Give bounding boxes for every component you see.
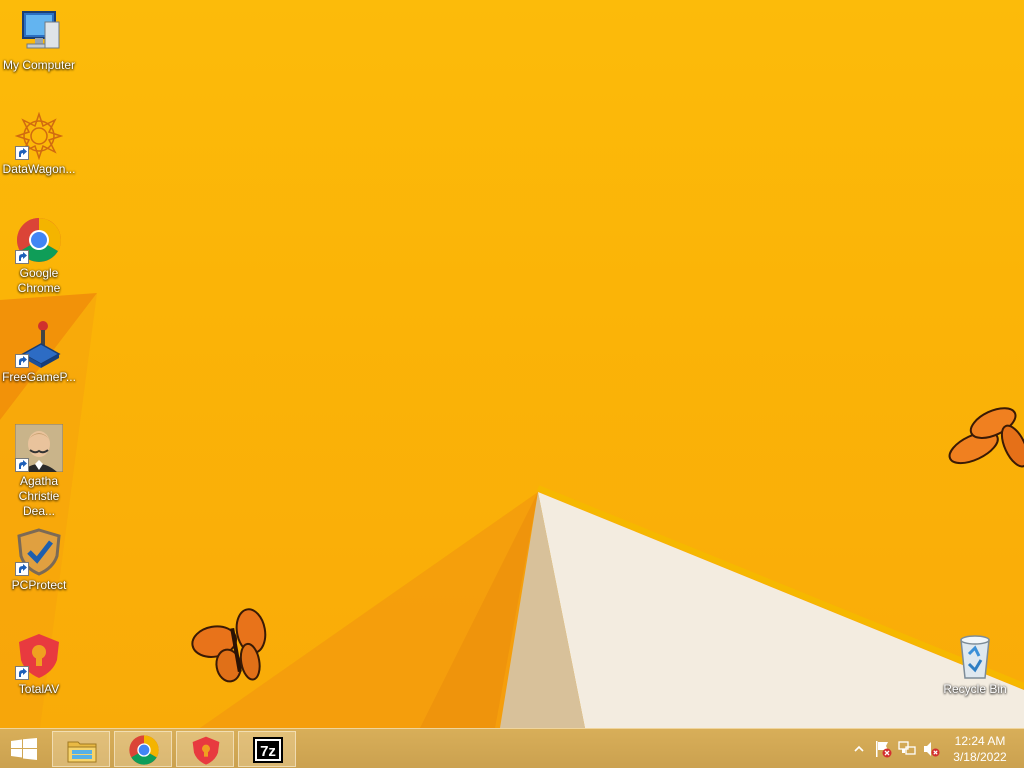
desktop-icon-totalav[interactable]: TotalAV xyxy=(0,632,78,697)
wallpaper xyxy=(0,293,1024,728)
shortcut-arrow-icon xyxy=(15,458,29,472)
taskbar-chrome-button[interactable] xyxy=(114,731,172,767)
volume-muted-icon[interactable] xyxy=(922,740,940,758)
pcprotect-shield-icon xyxy=(15,528,63,576)
desktop[interactable]: My Computer DataWagon... Google Chrome F… xyxy=(0,0,1024,728)
desktop-icon-label: TotalAV xyxy=(18,682,60,696)
computer-icon xyxy=(15,8,63,56)
start-button[interactable] xyxy=(0,729,48,768)
desktop-icon-label: Agatha Christie Dea... xyxy=(18,474,60,518)
clock-time: 12:24 AM xyxy=(954,734,1006,748)
agatha-christie-portrait-icon xyxy=(15,424,63,472)
action-center-flag-icon[interactable] xyxy=(874,740,892,758)
desktop-icon-label: DataWagon... xyxy=(2,162,76,176)
datawagon-icon xyxy=(15,112,63,160)
7zip-icon: 7z xyxy=(253,737,283,763)
desktop-icon-datawagon[interactable]: DataWagon... xyxy=(0,112,78,177)
svg-text:7z: 7z xyxy=(260,743,276,760)
desktop-icon-label: FreeGameP... xyxy=(2,370,76,384)
taskbar-file-explorer-button[interactable] xyxy=(52,731,110,767)
system-tray xyxy=(846,729,946,768)
desktop-icon-label: Google Chrome xyxy=(17,266,61,295)
desktop-icon-pcprotect[interactable]: PCProtect xyxy=(0,528,78,593)
desktop-icon-freegamepick[interactable]: FreeGameP... xyxy=(0,320,78,385)
shortcut-arrow-icon xyxy=(15,250,29,264)
show-hidden-icons-chevron-icon[interactable] xyxy=(850,740,868,758)
clock-date: 3/18/2022 xyxy=(953,750,1007,764)
taskbar-clock[interactable]: 12:24 AM 3/18/2022 xyxy=(944,733,1016,765)
chrome-icon xyxy=(129,735,159,765)
butterfly-decoration-right xyxy=(948,407,1024,468)
recycle-bin-icon xyxy=(951,632,999,680)
desktop-icon-label: PCProtect xyxy=(11,578,67,592)
shortcut-arrow-icon xyxy=(15,354,29,368)
desktop-icon-label: My Computer xyxy=(2,58,76,72)
shortcut-arrow-icon xyxy=(15,146,29,160)
shortcut-arrow-icon xyxy=(15,562,29,576)
network-icon[interactable] xyxy=(898,740,916,758)
desktop-icon-recycle-bin[interactable]: Recycle Bin xyxy=(936,632,1014,697)
shortcut-arrow-icon xyxy=(15,666,29,680)
totalav-shield-icon xyxy=(15,632,63,680)
windows-logo-icon xyxy=(11,738,37,760)
desktop-icon-google-chrome[interactable]: Google Chrome xyxy=(0,216,78,296)
desktop-icon-my-computer[interactable]: My Computer xyxy=(0,8,78,73)
desktop-icon-agatha-christie[interactable]: Agatha Christie Dea... xyxy=(0,424,78,519)
desktop-icon-label: Recycle Bin xyxy=(943,682,1007,696)
joystick-icon xyxy=(15,320,63,368)
taskbar: 7z 12:24 AM 3/18/2022 xyxy=(0,728,1024,768)
chrome-icon xyxy=(15,216,63,264)
butterfly-decoration xyxy=(191,608,267,683)
taskbar-totalav-button[interactable] xyxy=(176,731,234,767)
totalav-shield-icon xyxy=(192,736,220,765)
taskbar-7zip-button[interactable]: 7z xyxy=(238,731,296,767)
file-explorer-icon xyxy=(67,741,97,763)
